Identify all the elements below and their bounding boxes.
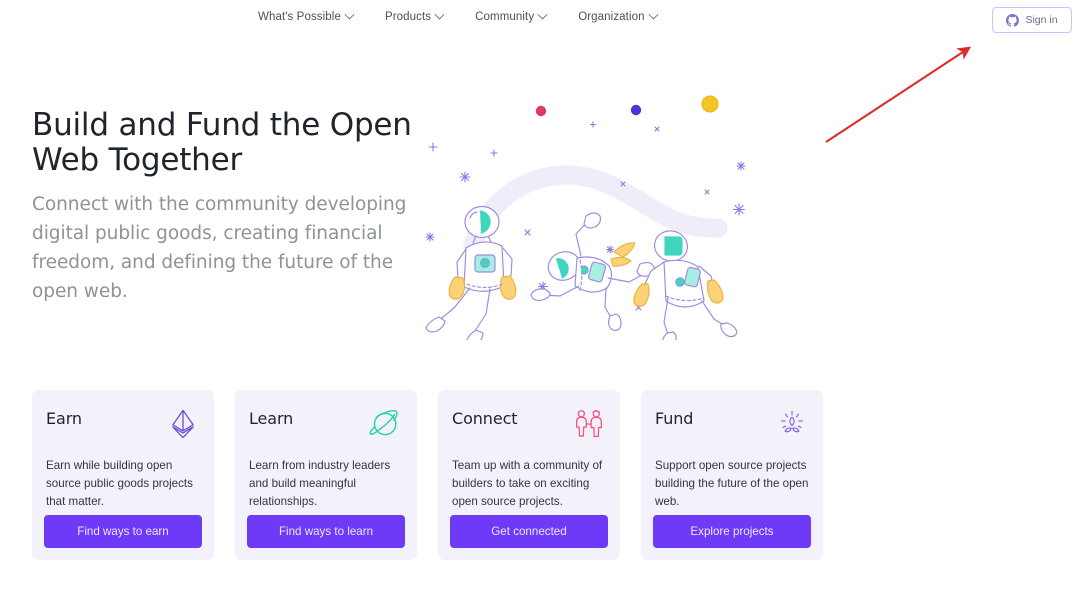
astronaut-right (633, 230, 738, 348)
red-planet-icon (535, 105, 547, 117)
ethereum-diamond-icon (172, 409, 194, 439)
red-arrow-annotation (825, 46, 972, 143)
card-fund[interactable]: Fund Support open source projects buildi… (641, 390, 823, 560)
card-connect[interactable]: Connect Team up with a community of buil… (438, 390, 620, 560)
card-description: Learn from industry leaders and build me… (249, 459, 391, 508)
nav-item-label: Organization (578, 11, 645, 23)
nav-item-whats-possible[interactable]: What's Possible (258, 9, 355, 23)
card-description: Support open source projects building th… (655, 459, 809, 508)
two-people-icon (575, 410, 602, 438)
card-header: Earn (46, 407, 200, 443)
nav-links: What's Possible Products Community Organ… (258, 9, 659, 23)
sign-in-button[interactable]: Sign in (992, 7, 1072, 33)
card-description: Team up with a community of builders to … (452, 459, 603, 508)
card-header: Connect (452, 407, 606, 443)
planet-icon (369, 409, 398, 436)
top-navigation-bar: What's Possible Products Community Organ… (0, 0, 1080, 40)
nav-item-community[interactable]: Community (475, 9, 548, 23)
astronaut-center (530, 212, 655, 331)
blue-planet-icon (630, 104, 642, 116)
chevron-down-icon (537, 9, 548, 20)
chevron-down-icon (344, 9, 355, 20)
card-title: Learn (249, 409, 294, 428)
card-description: Earn while building open source public g… (46, 459, 193, 508)
find-ways-to-learn-button[interactable]: Find ways to learn (247, 515, 405, 548)
github-icon (1006, 13, 1020, 27)
card-title: Fund (655, 409, 694, 428)
find-ways-to-earn-button[interactable]: Find ways to earn (44, 515, 202, 548)
card-header: Learn (249, 407, 403, 443)
astronaut-left (425, 205, 517, 347)
hero-section: Build and Fund the Open Web Together Con… (32, 108, 412, 307)
nav-item-label: What's Possible (258, 11, 341, 23)
nav-item-label: Community (475, 11, 535, 23)
hero-illustration (418, 70, 778, 348)
three-astronauts-in-space-illustration (425, 95, 746, 348)
chevron-down-icon (648, 9, 659, 20)
card-learn[interactable]: Learn Learn from industry leaders and bu… (235, 390, 417, 560)
page-root: What's Possible Products Community Organ… (0, 0, 1080, 602)
nav-item-label: Products (384, 11, 432, 23)
feature-cards: Earn Earn while building open source pub… (32, 390, 823, 560)
nav-item-products[interactable]: Products (384, 9, 445, 23)
chevron-down-icon (434, 9, 445, 20)
card-title: Connect (452, 409, 518, 428)
card-earn[interactable]: Earn Earn while building open source pub… (32, 390, 214, 560)
nav-item-organization[interactable]: Organization (578, 9, 659, 23)
sign-in-label: Sign in (1025, 14, 1058, 26)
card-header: Fund (655, 407, 809, 443)
explore-projects-button[interactable]: Explore projects (653, 515, 811, 548)
card-title: Earn (46, 409, 82, 428)
get-connected-button[interactable]: Get connected (450, 515, 608, 548)
sprout-sparkle-icon (781, 411, 803, 433)
page-title: Build and Fund the Open Web Together (32, 107, 412, 178)
hero-subtitle: Connect with the community developing di… (32, 194, 407, 303)
